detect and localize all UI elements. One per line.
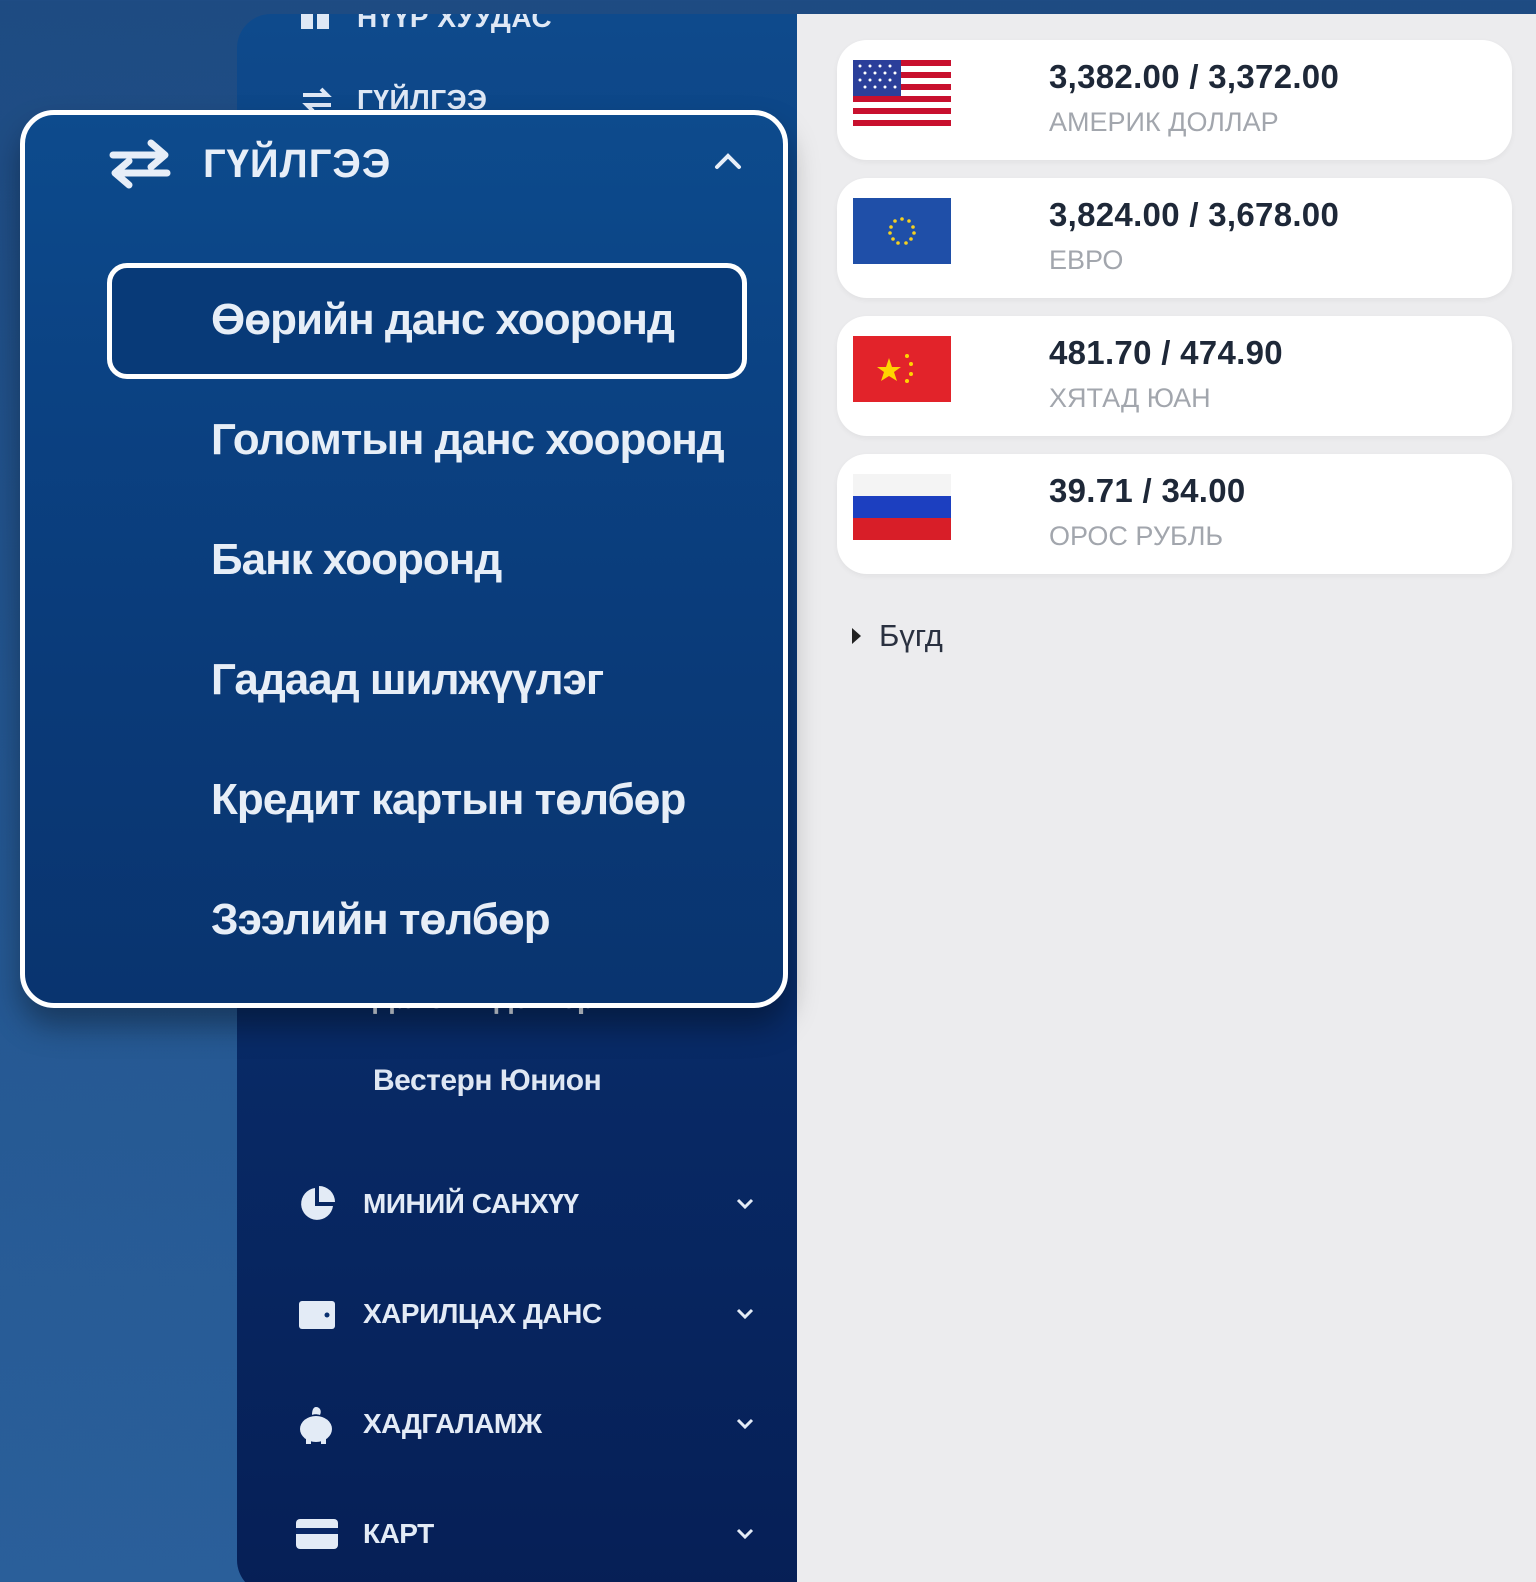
show-all-link[interactable]: Бүгд	[852, 618, 943, 654]
currency-name: АМЕРИК ДОЛЛАР	[1049, 107, 1279, 137]
chevron-down-icon[interactable]	[735, 1524, 755, 1544]
rate-value: 39.71 / 34.00	[1049, 472, 1246, 509]
submenu-golomt-accounts[interactable]: Голомтын данс хооронд	[211, 415, 725, 465]
sidebar-item-label: КАРТ	[363, 1518, 434, 1549]
sidebar-subitem-western-union[interactable]: Вестерн Юнион	[373, 1064, 602, 1098]
pie-chart-icon	[295, 1182, 339, 1226]
transfer-menu-header[interactable]: ГҮЙЛГЭЭ	[105, 137, 391, 191]
piggy-bank-icon	[295, 1402, 339, 1446]
transfer-arrows-icon	[105, 137, 175, 191]
sidebar-item-label: ХАДГАЛАМЖ	[363, 1408, 542, 1439]
sidebar-item-label: ХАРИЛЦАХ ДАНС	[363, 1298, 602, 1329]
submenu-interbank[interactable]: Банк хооронд	[211, 535, 502, 585]
rate-card-eur[interactable]: 3,824.00 / 3,678.00 ЕВРО	[837, 178, 1512, 298]
china-flag-icon	[853, 336, 951, 402]
home-icon	[299, 14, 335, 31]
chevron-down-icon[interactable]	[735, 1194, 755, 1214]
chevron-down-icon[interactable]	[735, 1304, 755, 1324]
currency-name: ХЯТАД ЮАН	[1049, 383, 1211, 413]
card-icon	[295, 1512, 339, 1556]
chevron-up-icon[interactable]	[713, 151, 743, 171]
submenu-loan-payment[interactable]: Зээлийн төлбөр	[211, 895, 551, 945]
chevron-down-icon[interactable]	[735, 1414, 755, 1434]
sidebar-item-savings[interactable]: ХАДГАЛАМЖ	[295, 1394, 755, 1454]
sidebar-item-current-account[interactable]: ХАРИЛЦАХ ДАНС	[295, 1284, 755, 1344]
sidebar-item-label: МИНИЙ САНХҮҮ	[363, 1188, 579, 1219]
transfer-submenu-zoom: ГҮЙЛГЭЭ Өөрийн данс хооронд Голомтын дан…	[20, 110, 788, 1008]
exchange-rates-panel: 3,382.00 / 3,372.00 АМЕРИК ДОЛЛАР 3,824.…	[797, 14, 1536, 1582]
us-flag-icon	[853, 60, 951, 126]
submenu-credit-card-payment[interactable]: Кредит картын төлбөр	[211, 775, 686, 825]
caret-right-icon	[852, 628, 861, 644]
sidebar-item-my-finance[interactable]: МИНИЙ САНХҮҮ	[295, 1174, 755, 1234]
currency-name: ОРОС РУБЛЬ	[1049, 521, 1224, 551]
rate-value: 3,824.00 / 3,678.00	[1049, 196, 1340, 233]
transfer-menu-label: ГҮЙЛГЭЭ	[203, 141, 392, 186]
rate-card-rub[interactable]: 39.71 / 34.00 ОРОС РУБЛЬ	[837, 454, 1512, 574]
eu-flag-icon	[853, 198, 951, 264]
rate-card-cny[interactable]: 481.70 / 474.90 ХЯТАД ЮАН	[837, 316, 1512, 436]
rate-value: 3,382.00 / 3,372.00	[1049, 58, 1340, 95]
rate-card-usd[interactable]: 3,382.00 / 3,372.00 АМЕРИК ДОЛЛАР	[837, 40, 1512, 160]
russia-flag-icon	[853, 474, 951, 540]
rate-value: 481.70 / 474.90	[1049, 334, 1283, 371]
show-all-label: Бүгд	[879, 618, 943, 653]
sidebar-item-label: НҮҮР ХУУДАС	[357, 14, 553, 33]
submenu-foreign-transfer[interactable]: Гадаад шилжүүлэг	[211, 655, 604, 705]
currency-name: ЕВРО	[1049, 245, 1124, 275]
sidebar-item-card[interactable]: КАРТ	[295, 1504, 755, 1564]
wallet-icon	[295, 1292, 339, 1336]
sidebar-item-home[interactable]: НҮҮР ХУУДАС	[299, 14, 552, 34]
submenu-own-accounts[interactable]: Өөрийн данс хооронд	[211, 295, 675, 345]
